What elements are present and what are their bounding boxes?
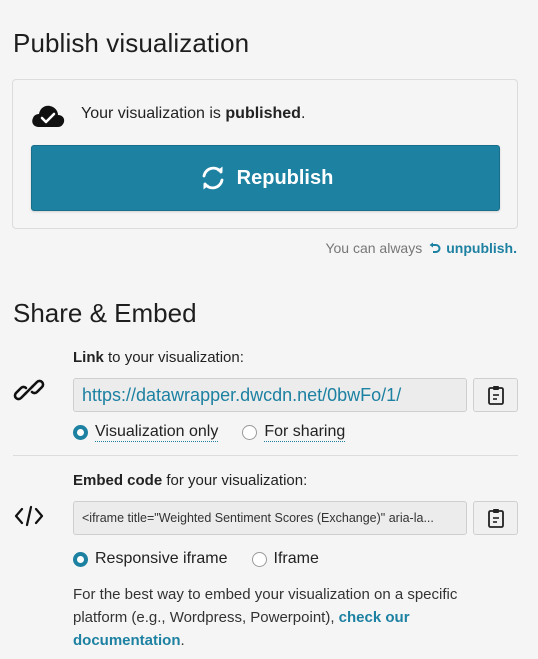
- unpublish-hint: You can always unpublish.: [325, 240, 517, 256]
- republish-label: Republish: [236, 166, 334, 189]
- radio-responsive-iframe[interactable]: Responsive iframe: [73, 550, 228, 568]
- embed-code-field[interactable]: <iframe title="Weighted Sentiment Scores…: [73, 501, 467, 535]
- clipboard-icon: [487, 386, 504, 405]
- embed-help-text: For the best way to embed your visualiza…: [73, 586, 458, 649]
- section-divider: [13, 455, 518, 456]
- publish-status-text: Your visualization is published.: [81, 105, 306, 122]
- link-icon: [13, 379, 45, 401]
- unpublish-link[interactable]: unpublish.: [428, 240, 517, 256]
- clipboard-icon: [487, 509, 504, 528]
- radio-iframe[interactable]: Iframe: [251, 550, 319, 568]
- publish-state: published: [225, 105, 301, 122]
- radio-visualization-only[interactable]: Visualization only: [73, 423, 219, 442]
- embed-type-options: Responsive iframe Iframe: [73, 550, 343, 568]
- link-label: Link to your visualization:: [73, 349, 244, 366]
- copy-link-button[interactable]: [473, 378, 518, 412]
- refresh-icon: [202, 166, 224, 190]
- embed-label: Embed code for your visualization:: [73, 472, 308, 489]
- page-title: Publish visualization: [13, 28, 250, 58]
- link-type-options: Visualization only For sharing: [73, 423, 369, 442]
- undo-icon: [429, 242, 441, 253]
- publish-status-panel: Your visualization is published. Republi…: [12, 79, 518, 229]
- share-url-field[interactable]: https://datawrapper.dwcdn.net/0bwFo/1/: [73, 378, 467, 412]
- share-embed-heading: Share & Embed: [13, 298, 197, 328]
- copy-embed-button[interactable]: [473, 501, 518, 535]
- radio-for-sharing[interactable]: For sharing: [242, 423, 346, 442]
- code-icon: [14, 505, 44, 527]
- republish-button[interactable]: Republish: [31, 145, 500, 211]
- cloud-check-icon: [32, 105, 65, 127]
